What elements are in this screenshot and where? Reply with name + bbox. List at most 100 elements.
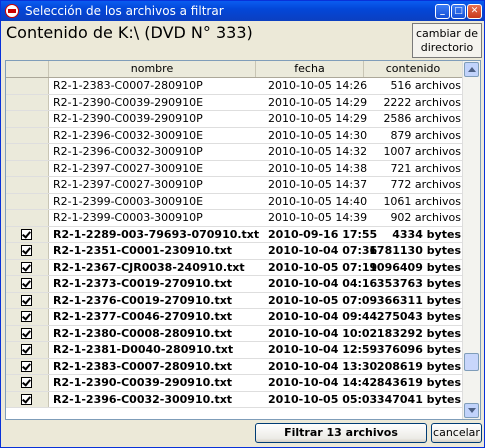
row-gutter <box>6 342 49 358</box>
table-row[interactable]: R2-1-2396-C0032-300910E 2010-10-05 14:30 8… <box>6 127 463 144</box>
cell-nombre: R2-1-2376-C0019-270910.txt <box>53 293 233 307</box>
cell-fecha: 2010-10-04 07:36 <box>268 244 378 257</box>
cell-nombre: R2-1-2351-C0001-230910.txt <box>53 244 233 257</box>
cell-nombre: R2-1-2289-003-79693-070910.txt <box>53 227 260 241</box>
filtrar-button[interactable]: Filtrar 13 archivos <box>255 423 427 443</box>
cell-contenido: 1096409 bytes <box>369 260 461 274</box>
table-row[interactable]: R2-1-2380-C0008-280910.txt 2010-10-04 10:… <box>6 325 463 342</box>
cell-nombre: R2-1-2380-C0008-280910.txt <box>53 326 233 340</box>
scroll-thumb[interactable] <box>464 353 479 371</box>
table-row[interactable]: R2-1-2383-C0007-280910.txt 2010-10-04 13:… <box>6 358 463 375</box>
table-row[interactable]: R2-1-2383-C0007-280910P 2010-10-05 14:26 5… <box>6 78 463 95</box>
window-title: Selección de los archivos a filtrar <box>25 4 224 18</box>
cell-nombre: R2-1-2399-C0003-300910E <box>53 194 204 208</box>
table-row[interactable]: R2-1-2399-C0003-300910E 2010-10-05 14:40 1… <box>6 193 463 210</box>
grid-header: nombre fecha contenido <box>6 61 463 78</box>
close-icon[interactable]: ✕ <box>467 4 482 19</box>
cell-contenido: 275043 bytes <box>376 310 461 323</box>
cell-nombre: R2-1-2396-C0032-300910.txt <box>53 392 233 406</box>
cell-fecha: 2010-10-04 09:44 <box>268 310 378 323</box>
vertical-scrollbar[interactable] <box>462 61 480 419</box>
table-row[interactable]: R2-1-2381-D0040-280910.txt 2010-10-04 12:… <box>6 342 463 359</box>
cell-nombre: R2-1-2397-C0027-300910P <box>53 178 203 191</box>
table-row[interactable]: R2-1-2351-C0001-230910.txt 2010-10-04 07:… <box>6 243 463 260</box>
cell-nombre: R2-1-2383-C0007-280910.txt <box>53 359 233 373</box>
cell-contenido: 2586 archivos <box>383 112 461 125</box>
cell-contenido: 208619 bytes <box>376 359 461 373</box>
cell-fecha: 2010-10-05 14:29 <box>268 112 368 125</box>
cell-contenido: 902 archivos <box>390 211 461 224</box>
cell-fecha: 2010-10-05 14:32 <box>268 145 368 158</box>
checkbox-checked-icon[interactable] <box>21 245 32 256</box>
cell-contenido: 772 archivos <box>390 178 461 191</box>
row-gutter <box>6 177 49 193</box>
contenido-label: Contenido de K:\ (DVD N° 333) <box>6 23 253 42</box>
checkbox-checked-icon[interactable] <box>21 393 32 405</box>
row-gutter <box>6 78 49 94</box>
table-row[interactable]: R2-1-2397-C0027-300910P 2010-10-05 14:37 7… <box>6 177 463 194</box>
header-contenido[interactable]: contenido <box>364 61 463 77</box>
header-checkbox-column <box>6 61 49 77</box>
cell-nombre: R2-1-2383-C0007-280910P <box>53 79 203 92</box>
cell-contenido: 183292 bytes <box>376 326 461 340</box>
checkbox-checked-icon[interactable] <box>21 278 32 289</box>
table-row[interactable]: R2-1-2390-C0039-290910E 2010-10-05 14:29 2… <box>6 94 463 111</box>
row-gutter <box>6 325 49 341</box>
row-gutter <box>6 127 49 143</box>
scroll-up-icon[interactable] <box>464 62 479 77</box>
table-row[interactable]: R2-1-2377-C0046-270910.txt 2010-10-04 09:… <box>6 309 463 326</box>
minimize-icon[interactable]: _ <box>435 4 450 19</box>
cell-fecha: 2010-10-05 14:38 <box>268 161 368 175</box>
table-row[interactable]: R2-1-2397-C0027-300910E 2010-10-05 14:38 7… <box>6 160 463 177</box>
cell-contenido: 4334 bytes <box>392 227 461 241</box>
cell-fecha: 2010-10-04 12:59 <box>268 343 378 356</box>
checkbox-checked-icon[interactable] <box>21 311 32 322</box>
cell-nombre: R2-1-2390-C0039-290910.txt <box>53 376 233 389</box>
header-nombre[interactable]: nombre <box>49 61 256 77</box>
checkbox-checked-icon[interactable] <box>21 377 32 388</box>
table-row[interactable]: R2-1-2390-C0039-290910P 2010-10-05 14:29 2… <box>6 111 463 128</box>
cell-nombre: R2-1-2367-CJR0038-240910.txt <box>53 260 245 274</box>
checkbox-checked-icon[interactable] <box>21 344 32 355</box>
table-row[interactable]: R2-1-2373-C0019-270910.txt 2010-10-04 04:… <box>6 276 463 293</box>
table-row[interactable]: R2-1-2289-003-79693-070910.txt 2010-09-16… <box>6 226 463 243</box>
cell-fecha: 2010-10-04 04:16 <box>268 277 378 290</box>
checkbox-checked-icon[interactable] <box>21 261 32 273</box>
cell-fecha: 2010-10-05 07:19 <box>268 260 378 274</box>
table-row[interactable]: R2-1-2396-C0032-300910.txt 2010-10-05 05:… <box>6 391 463 408</box>
table-row[interactable]: R2-1-2390-C0039-290910.txt 2010-10-04 14:… <box>6 375 463 392</box>
cell-nombre: R2-1-2396-C0032-300910P <box>53 145 203 158</box>
checkbox-checked-icon[interactable] <box>21 228 32 240</box>
cell-fecha: 2010-10-05 14:30 <box>268 128 368 142</box>
cell-nombre: R2-1-2377-C0046-270910.txt <box>53 310 233 323</box>
row-gutter <box>6 309 49 325</box>
cell-contenido: 879 archivos <box>390 128 461 142</box>
checkbox-checked-icon[interactable] <box>21 360 32 372</box>
cell-fecha: 2010-10-04 13:30 <box>268 359 378 373</box>
table-row[interactable]: R2-1-2376-C0019-270910.txt 2010-10-05 07:… <box>6 292 463 309</box>
checkbox-checked-icon[interactable] <box>21 294 32 306</box>
row-gutter <box>6 94 49 110</box>
cell-fecha: 2010-09-16 17:55 <box>268 227 378 241</box>
table-row[interactable]: R2-1-2367-CJR0038-240910.txt 2010-10-05 0… <box>6 259 463 276</box>
cell-nombre: R2-1-2390-C0039-290910E <box>53 95 204 109</box>
cancelar-button[interactable]: cancelar <box>431 423 482 443</box>
table-row[interactable]: R2-1-2399-C0003-300910P 2010-10-05 14:39 9… <box>6 210 463 227</box>
cell-fecha: 2010-10-05 05:03 <box>268 392 378 406</box>
row-gutter <box>6 358 49 374</box>
scroll-down-icon[interactable] <box>464 403 479 418</box>
row-gutter <box>6 375 49 391</box>
cell-contenido: 2222 archivos <box>383 95 461 109</box>
cell-fecha: 2010-10-05 07:09 <box>268 293 378 307</box>
maximize-icon[interactable]: □ <box>451 4 466 19</box>
header-fecha[interactable]: fecha <box>256 61 364 77</box>
checkbox-checked-icon[interactable] <box>21 327 32 339</box>
row-gutter <box>6 292 49 308</box>
row-gutter <box>6 111 49 127</box>
cell-fecha: 2010-10-04 14:42 <box>268 376 378 389</box>
cambiar-directorio-button[interactable]: cambiar de directorio <box>412 23 482 58</box>
cell-fecha: 2010-10-04 10:02 <box>268 326 378 340</box>
table-row[interactable]: R2-1-2396-C0032-300910P 2010-10-05 14:32 1… <box>6 144 463 161</box>
cell-nombre: R2-1-2399-C0003-300910P <box>53 211 203 224</box>
grid-rows: R2-1-2383-C0007-280910P 2010-10-05 14:26 5… <box>6 78 463 408</box>
